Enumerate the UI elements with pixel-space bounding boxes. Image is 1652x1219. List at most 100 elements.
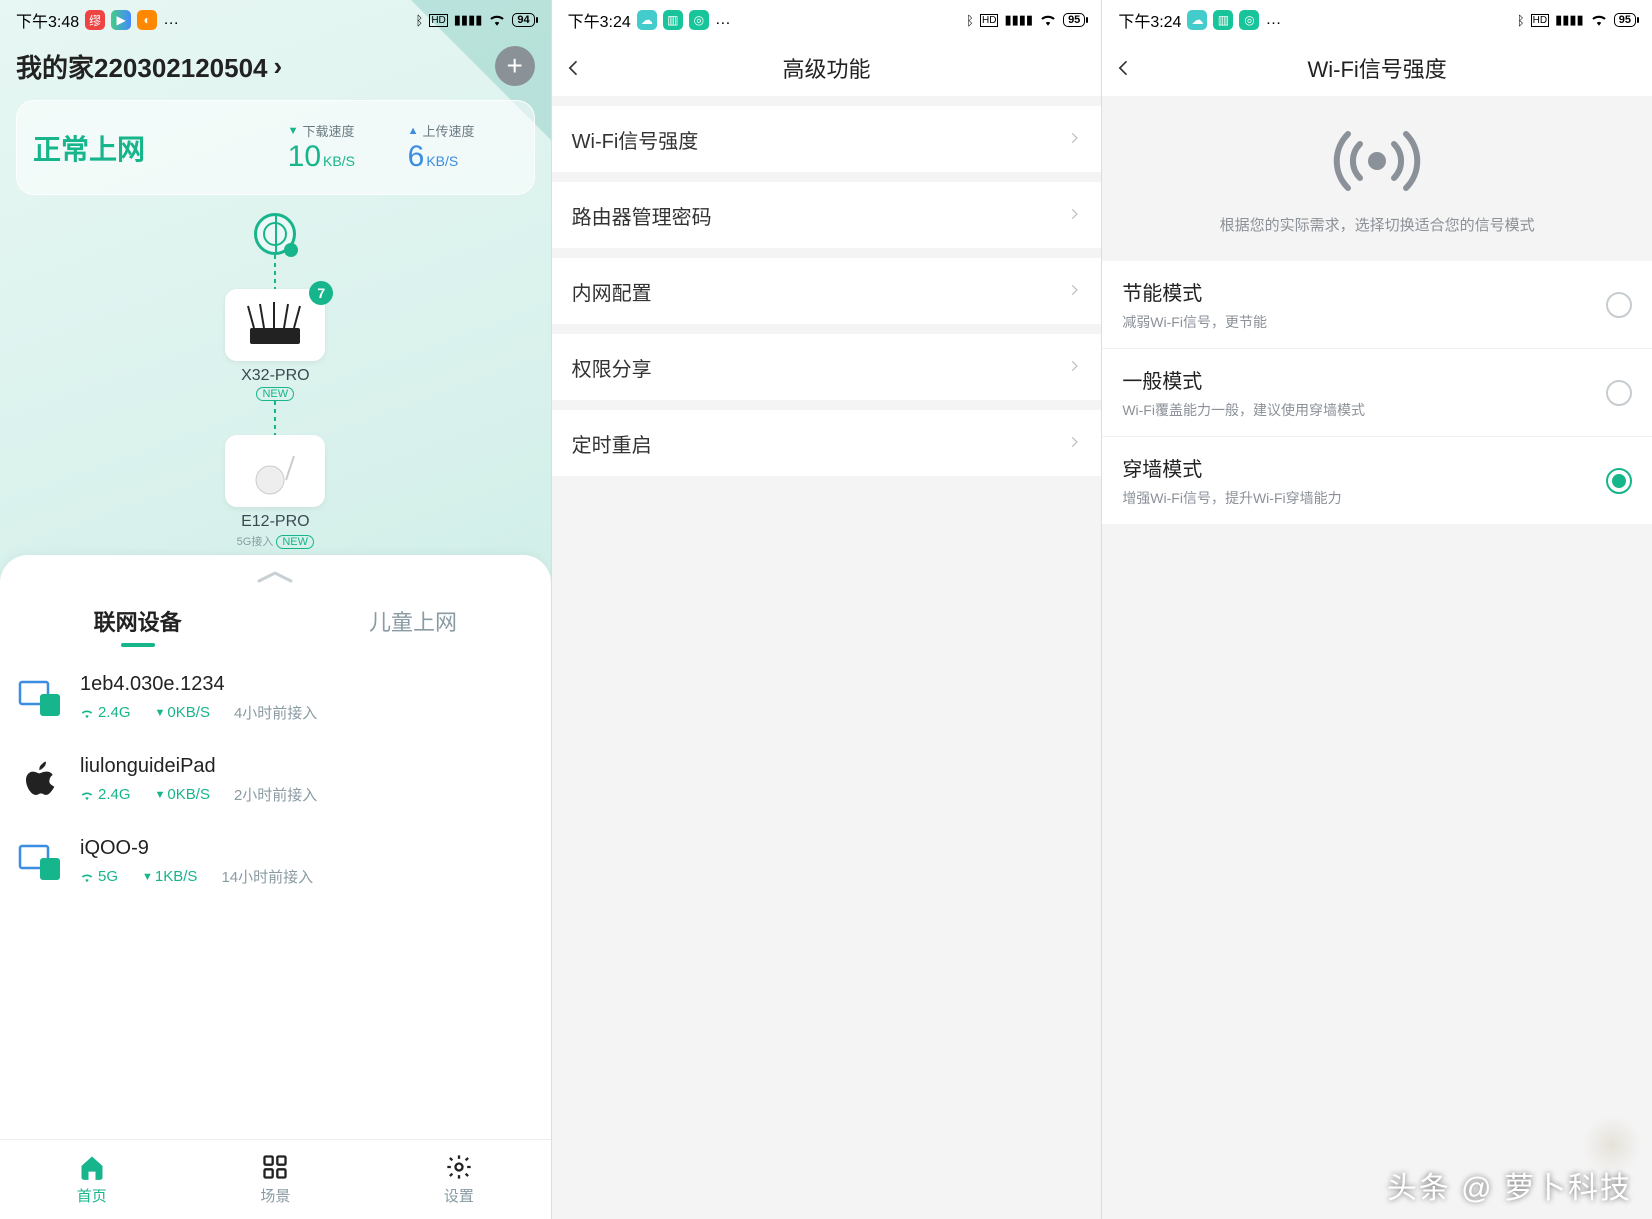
app-icon: ▥ — [1213, 10, 1233, 30]
wifi-icon — [1590, 12, 1608, 29]
nav-home[interactable]: 首页 — [0, 1140, 184, 1219]
device-speed: 0KB/S — [155, 786, 210, 803]
option-title: 节能模式 — [1122, 277, 1267, 306]
device-icon — [18, 675, 64, 721]
upload-value: 6 — [408, 140, 425, 174]
device-row[interactable]: liulonguideiPad 2.4G 0KB/S 2小时前接入 — [0, 739, 551, 821]
hd-icon: HD — [429, 14, 447, 27]
chevron-right-icon: › — [274, 51, 283, 82]
device-time: 14小时前接入 — [221, 866, 313, 887]
topology: 7 X32-PRO NEW E12-PRO 5G接入NEW — [16, 195, 535, 579]
device-row[interactable]: 1eb4.030e.1234 2.4G 0KB/S 4小时前接入 — [0, 657, 551, 739]
settings-row[interactable]: Wi-Fi信号强度 — [552, 106, 1102, 172]
sheet-handle[interactable] — [0, 555, 551, 587]
panel-signal: 下午3:24 ☁ ▥ ◎ … ᛒ HD ▮▮▮▮ 95 Wi-Fi信号强度 根 — [1101, 0, 1652, 1219]
panel-advanced: 下午3:24 ☁ ▥ ◎ … ᛒ HD ▮▮▮▮ 95 高级功能 Wi-Fi信号… — [551, 0, 1102, 1219]
wifi-icon — [1039, 12, 1057, 29]
device-icon — [18, 839, 64, 885]
signal-option[interactable]: 节能模式减弱Wi-Fi信号，更节能 — [1102, 261, 1652, 349]
upload-label: 上传速度 — [408, 121, 518, 140]
row-label: 定时重启 — [572, 429, 652, 458]
status-time: 下午3:24 — [1118, 8, 1181, 32]
device-time: 2小时前接入 — [234, 784, 317, 805]
hd-icon: HD — [1531, 14, 1549, 27]
radio-button[interactable] — [1606, 468, 1632, 494]
device-speed: 0KB/S — [155, 704, 210, 721]
option-title: 一般模式 — [1122, 365, 1365, 394]
device-name: iQOO-9 — [80, 837, 533, 860]
nav-settings[interactable]: 设置 — [367, 1140, 551, 1219]
settings-row[interactable]: 路由器管理密码 — [552, 182, 1102, 248]
chevron-right-icon — [1067, 356, 1081, 379]
device-sheet: 联网设备 儿童上网 1eb4.030e.1234 2.4G 0KB/S 4小时前接入 l… — [0, 555, 551, 1219]
panel-home: 下午3:48 缪 ▶ ◐ … ᛒ HD ▮▮▮▮ 94 我的家220302120… — [0, 0, 551, 1219]
app-icon: ◎ — [1239, 10, 1259, 30]
bottom-nav: 首页 场景 设置 — [0, 1139, 551, 1219]
tab-kids[interactable]: 儿童上网 — [275, 605, 550, 647]
signal-icon: ▮▮▮▮ — [1004, 12, 1033, 28]
option-title: 穿墙模式 — [1122, 453, 1341, 482]
settings-row[interactable]: 权限分享 — [552, 334, 1102, 400]
nav-scene[interactable]: 场景 — [184, 1140, 368, 1219]
watermark: 头条 @ 萝卜科技 — [1387, 1163, 1632, 1207]
back-button[interactable] — [1114, 58, 1154, 78]
radio-button[interactable] — [1606, 380, 1632, 406]
device-band: 2.4G — [80, 704, 131, 721]
weibo-icon: ◐ — [137, 10, 157, 30]
app-icon: 缪 — [85, 10, 105, 30]
device-band: 2.4G — [80, 786, 131, 803]
hd-icon: HD — [980, 14, 998, 27]
chevron-right-icon — [1067, 204, 1081, 227]
page-title: 高级功能 — [604, 52, 1050, 84]
page-title: Wi-Fi信号强度 — [1154, 52, 1600, 84]
device-name: 1eb4.030e.1234 — [80, 673, 533, 696]
device-speed: 1KB/S — [142, 868, 197, 885]
signal-icon: ▮▮▮▮ — [454, 12, 483, 28]
device-band: 5G — [80, 868, 118, 885]
settings-row[interactable]: 定时重启 — [552, 410, 1102, 476]
status-bar: 下午3:24 ☁ ▥ ◎ … ᛒ HD ▮▮▮▮ 95 — [1102, 0, 1652, 40]
network-status: 正常上网 — [33, 128, 278, 168]
more-icon: … — [1265, 11, 1283, 29]
battery-icon: 95 — [1063, 13, 1085, 27]
status-bar: 下午3:48 缪 ▶ ◐ … ᛒ HD ▮▮▮▮ 94 — [0, 0, 551, 40]
bluetooth-icon: ᛒ — [966, 13, 974, 28]
bluetooth-icon: ᛒ — [1517, 13, 1525, 28]
play-icon: ▶ — [111, 10, 131, 30]
more-icon: … — [715, 11, 733, 29]
settings-row[interactable]: 内网配置 — [552, 258, 1102, 324]
option-desc: Wi-Fi覆盖能力一般，建议使用穿墙模式 — [1122, 400, 1365, 420]
wifi-icon — [488, 12, 506, 29]
network-card[interactable]: 正常上网 下载速度 10KB/S 上传速度 6KB/S — [16, 100, 535, 195]
row-label: 路由器管理密码 — [572, 201, 712, 230]
signal-icon: ▮▮▮▮ — [1555, 12, 1584, 28]
battery-icon: 95 — [1614, 13, 1636, 27]
tab-devices[interactable]: 联网设备 — [0, 605, 275, 647]
device-row[interactable]: iQOO-9 5G 1KB/S 14小时前接入 — [0, 821, 551, 903]
device-name: liulonguideiPad — [80, 755, 533, 778]
new-tag: NEW — [256, 387, 294, 401]
node-router-1[interactable]: 7 X32-PRO NEW — [225, 289, 325, 401]
signal-caption: 根据您的实际需求，选择切换适合您的信号模式 — [1220, 214, 1535, 235]
node-router-2[interactable]: E12-PRO 5G接入NEW — [225, 435, 325, 549]
battery-icon: 94 — [512, 13, 534, 27]
download-value: 10 — [288, 140, 321, 174]
add-button[interactable]: + — [495, 46, 535, 86]
chevron-right-icon — [1067, 280, 1081, 303]
row-label: 权限分享 — [572, 353, 652, 382]
back-button[interactable] — [564, 58, 604, 78]
broadcast-icon — [1322, 126, 1432, 196]
signal-option[interactable]: 穿墙模式增强Wi-Fi信号，提升Wi-Fi穿墙能力 — [1102, 437, 1652, 524]
status-time: 下午3:48 — [16, 8, 79, 32]
download-label: 下载速度 — [288, 121, 398, 140]
app-icon: ☁ — [1187, 10, 1207, 30]
device-time: 4小时前接入 — [234, 702, 317, 723]
status-time: 下午3:24 — [568, 8, 631, 32]
signal-option[interactable]: 一般模式 Wi-Fi覆盖能力一般，建议使用穿墙模式 — [1102, 349, 1652, 437]
device-count-badge: 7 — [309, 281, 333, 305]
more-icon: … — [163, 11, 181, 29]
radio-button[interactable] — [1606, 292, 1632, 318]
device-icon — [18, 757, 64, 803]
chevron-right-icon — [1067, 128, 1081, 151]
page-title[interactable]: 我的家220302120504› — [16, 48, 282, 85]
